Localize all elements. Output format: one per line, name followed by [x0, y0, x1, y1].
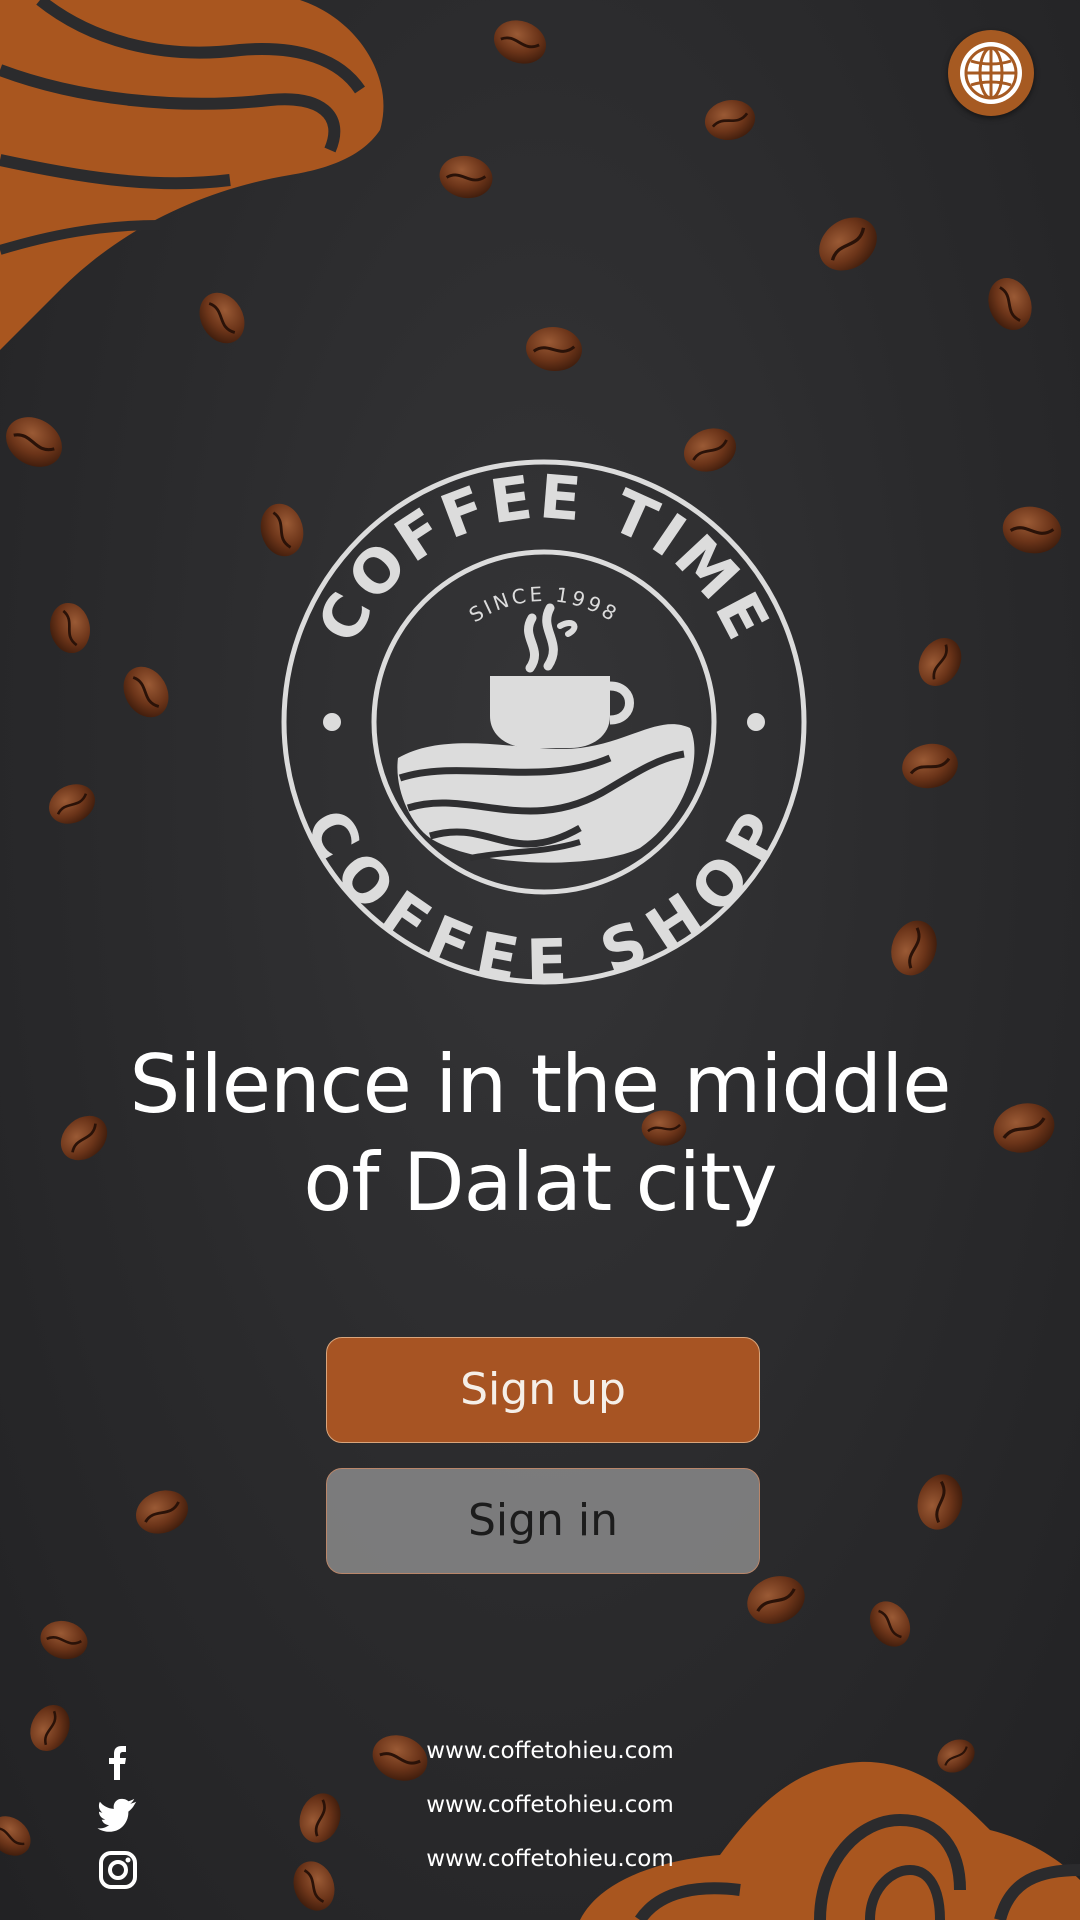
bottom-right-swirl: [580, 1761, 1080, 1920]
headline-line-1: Silence in the middle: [129, 1038, 951, 1131]
website-link[interactable]: www.coffetohieu.com: [360, 1846, 740, 1872]
welcome-screen: COFFEE TIME COFFEE SHOP SINCE 1998 Silen…: [0, 0, 1080, 1920]
headline: Silence in the middle of Dalat city: [0, 1036, 1080, 1232]
globe-icon: [960, 42, 1022, 104]
sign-up-button[interactable]: Sign up: [326, 1337, 760, 1443]
website-link[interactable]: www.coffetohieu.com: [360, 1738, 740, 1764]
language-button[interactable]: [948, 30, 1034, 116]
twitter-icon[interactable]: [96, 1793, 140, 1837]
facebook-icon[interactable]: [96, 1740, 140, 1784]
top-left-swirl: [0, 0, 384, 350]
website-link[interactable]: www.coffetohieu.com: [360, 1792, 740, 1818]
coffee-time-logo: COFFEE TIME COFFEE SHOP SINCE 1998: [281, 459, 807, 986]
headline-line-2: of Dalat city: [303, 1136, 777, 1229]
instagram-icon[interactable]: [96, 1848, 140, 1892]
sign-in-button[interactable]: Sign in: [326, 1468, 760, 1574]
